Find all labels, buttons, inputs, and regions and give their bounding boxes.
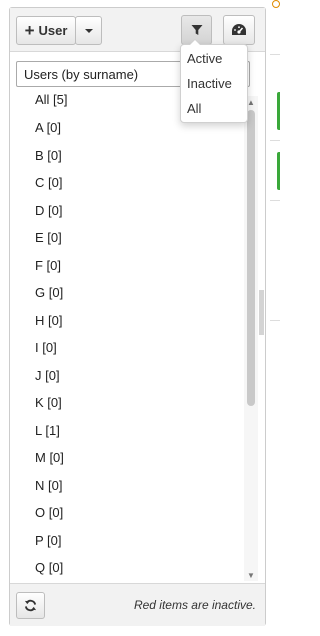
add-user-button[interactable]: + User: [16, 16, 76, 45]
list-item[interactable]: O [0]: [35, 505, 63, 520]
status-bar-green: [277, 152, 280, 190]
filter-icon: [191, 25, 202, 35]
divider: [270, 320, 280, 321]
user-group-list: All [5] A [0] B [0] C [0] D [0] E [0] F …: [10, 94, 265, 579]
list-item[interactable]: B [0]: [35, 148, 62, 163]
scroll-down-arrow-icon[interactable]: ▼: [244, 569, 258, 581]
plus-icon: +: [24, 20, 35, 40]
list-item[interactable]: Q [0]: [35, 560, 63, 575]
gauge-icon: [232, 24, 246, 35]
list-item[interactable]: K [0]: [35, 395, 62, 410]
list-item[interactable]: All [5]: [35, 94, 68, 107]
chevron-down-icon: [84, 28, 93, 33]
list-item[interactable]: C [0]: [35, 175, 62, 190]
filter-option-all[interactable]: All: [187, 101, 201, 116]
adjacent-scrollbar-thumb: [259, 290, 264, 335]
status-indicator-icon: [272, 0, 280, 8]
divider: [270, 54, 280, 55]
list-item[interactable]: E [0]: [35, 230, 62, 245]
refresh-icon: [24, 599, 37, 612]
list-item[interactable]: F [0]: [35, 258, 61, 273]
list-item[interactable]: N [0]: [35, 478, 62, 493]
list-item[interactable]: A [0]: [35, 120, 61, 135]
filter-option-inactive[interactable]: Inactive: [187, 76, 232, 91]
scrollbar-thumb[interactable]: [247, 110, 255, 406]
list-item[interactable]: D [0]: [35, 203, 62, 218]
list-item[interactable]: H [0]: [35, 313, 62, 328]
refresh-button[interactable]: [16, 592, 45, 619]
list-item[interactable]: I [0]: [35, 340, 57, 355]
panel-footer: Red items are inactive.: [10, 583, 265, 626]
add-user-dropdown-button[interactable]: [75, 16, 102, 45]
dropdown-pointer: [189, 39, 201, 45]
filter-option-active[interactable]: Active: [187, 51, 222, 66]
filter-dropdown-menu: Active Inactive All: [180, 39, 248, 123]
list-item[interactable]: P [0]: [35, 533, 62, 548]
list-item[interactable]: M [0]: [35, 450, 64, 465]
list-item[interactable]: G [0]: [35, 285, 63, 300]
user-panel-root: + User Users (by surname) All [5] A [0] …: [0, 0, 280, 636]
dashboard-button[interactable]: [223, 15, 255, 45]
list-item[interactable]: L [1]: [35, 423, 60, 438]
divider: [270, 140, 280, 141]
inactive-legend-note: Red items are inactive.: [133, 598, 256, 612]
divider: [270, 200, 280, 201]
status-bar-green: [277, 92, 280, 130]
list-item[interactable]: J [0]: [35, 368, 60, 383]
list-scrollbar[interactable]: ▲ ▼: [244, 96, 258, 581]
add-user-label: User: [38, 23, 68, 38]
